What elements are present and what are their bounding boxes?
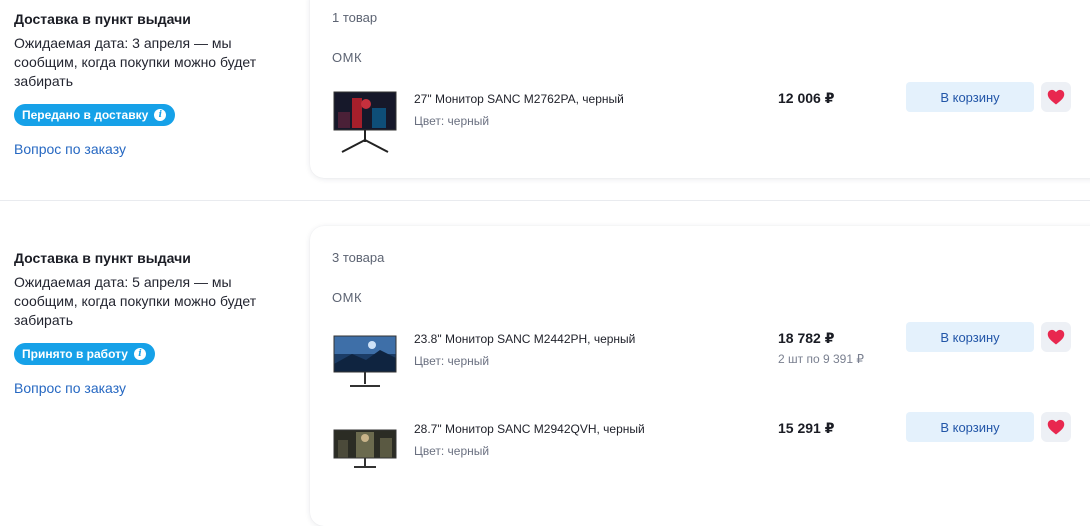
product-name[interactable]: 23.8" Монитор SANC M2442PH, черный	[414, 332, 635, 346]
delivery-title: Доставка в пункт выдачи	[14, 250, 191, 266]
add-to-cart-button[interactable]: В корзину	[906, 82, 1034, 112]
item-count: 3 товара	[332, 250, 385, 265]
expected-date: Ожидаемая дата: 3 апреля — мы сообщим, к…	[14, 35, 257, 89]
status-badge[interactable]: Передано в доставку i	[14, 104, 176, 126]
order-card: 3 товара ОМК 23.8" Монитор SANC M2442PH,…	[310, 226, 1090, 526]
order-block: Доставка в пункт выдачи Ожидаемая дата: …	[0, 0, 1090, 200]
add-to-cart-button[interactable]: В корзину	[906, 322, 1034, 352]
add-to-cart-button[interactable]: В корзину	[906, 412, 1034, 442]
item-count: 1 товар	[332, 10, 378, 25]
info-icon: i	[154, 109, 167, 121]
seller-name: ОМК	[332, 50, 363, 65]
monitor-thumbnail[interactable]	[332, 330, 398, 400]
heart-icon	[1047, 89, 1065, 105]
product-color: Цвет: черный	[414, 444, 490, 458]
heart-icon	[1047, 419, 1065, 435]
status-badge[interactable]: Принято в работу i	[14, 343, 155, 365]
product-name[interactable]: 28.7" Монитор SANC M2942QVH, черный	[414, 422, 645, 436]
delivery-info: Доставка в пункт выдачи Ожидаемая дата: …	[14, 10, 294, 157]
delivery-info: Доставка в пункт выдачи Ожидаемая дата: …	[14, 249, 294, 396]
product-color: Цвет: черный	[414, 354, 490, 368]
list-item: 28.7" Монитор SANC M2942QVH, черный Цвет…	[310, 412, 1090, 490]
heart-icon	[1047, 329, 1065, 345]
unit-price: 2 шт по 9 391 ₽	[778, 352, 864, 366]
product-price: 18 782 ₽	[778, 330, 835, 346]
product-color: Цвет: черный	[414, 114, 490, 128]
expected-date: Ожидаемая дата: 5 апреля — мы сообщим, к…	[14, 274, 257, 328]
info-icon: i	[133, 348, 146, 360]
order-block: Доставка в пункт выдачи Ожидаемая дата: …	[0, 201, 1090, 526]
favorite-button[interactable]	[1041, 82, 1071, 112]
monitor-thumbnail[interactable]	[332, 420, 398, 490]
order-card: 1 товар ОМК 27" Монитор SANC M2762PA, че…	[310, 0, 1090, 178]
product-name[interactable]: 27" Монитор SANC M2762PA, черный	[414, 92, 624, 106]
monitor-thumbnail[interactable]	[332, 90, 398, 160]
delivery-title: Доставка в пункт выдачи	[14, 11, 191, 27]
favorite-button[interactable]	[1041, 412, 1071, 442]
order-question-link[interactable]: Вопрос по заказу	[14, 141, 294, 157]
status-label: Принято в работу	[22, 347, 128, 361]
list-item: 27" Монитор SANC M2762PA, черный Цвет: ч…	[310, 82, 1090, 160]
seller-name: ОМК	[332, 290, 363, 305]
favorite-button[interactable]	[1041, 322, 1071, 352]
list-item: 23.8" Монитор SANC M2442PH, черный Цвет:…	[310, 322, 1090, 400]
order-question-link[interactable]: Вопрос по заказу	[14, 380, 294, 396]
status-label: Передано в доставку	[22, 108, 149, 122]
product-price: 12 006 ₽	[778, 90, 835, 106]
product-price: 15 291 ₽	[778, 420, 835, 436]
